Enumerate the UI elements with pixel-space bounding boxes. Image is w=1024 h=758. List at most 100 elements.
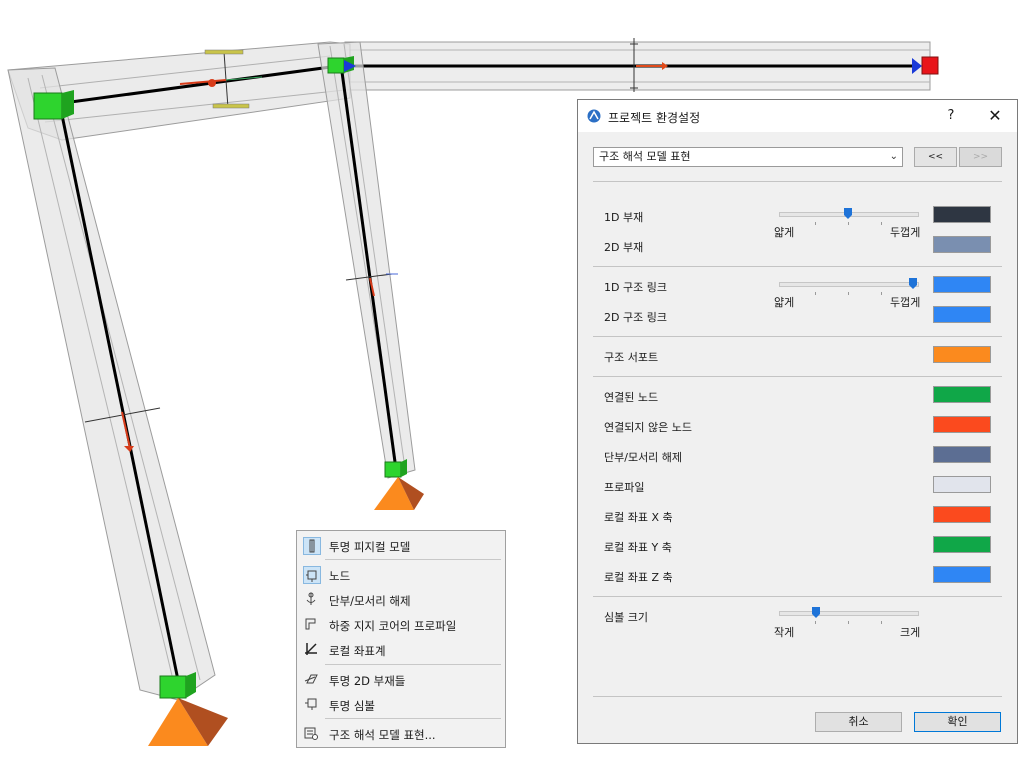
divider <box>593 336 1002 337</box>
symbol-size-slider-thumb[interactable] <box>811 607 820 618</box>
divider <box>593 266 1002 267</box>
menu-item-transparent-2d-members[interactable]: 투명 2D 부재들 <box>301 669 501 691</box>
menu-item-releases[interactable]: 단부/모서리 해제 <box>301 589 501 611</box>
menu-item-label: 투명 심볼 <box>329 699 375 713</box>
label-1d-member: 1D 부재 <box>604 211 644 224</box>
label-profile: 프로파일 <box>604 481 645 494</box>
label-local-x: 로컬 좌표 X 축 <box>604 511 673 524</box>
dialog-titlebar[interactable]: 프로젝트 환경설정 ? ✕ <box>578 100 1017 132</box>
menu-item-model-display-settings[interactable]: 구조 해석 모델 표현... <box>301 723 501 745</box>
top-right-beam <box>344 38 931 92</box>
color-swatch-support[interactable] <box>933 346 991 363</box>
color-swatch-release[interactable] <box>933 446 991 463</box>
ok-button[interactable]: 확인 <box>914 712 1001 732</box>
label-connected-node: 연결된 노드 <box>604 391 659 404</box>
menu-item-core-profile[interactable]: 하중 지지 코어의 프로파일 <box>301 614 501 636</box>
symbol-size-slider[interactable] <box>779 611 919 616</box>
label-2d-member: 2D 부재 <box>604 241 644 254</box>
color-swatch-local-z[interactable] <box>933 566 991 583</box>
color-swatch-local-y[interactable] <box>933 536 991 553</box>
slider-tick <box>815 222 816 225</box>
slider-tick <box>815 621 816 624</box>
link-thickness-slider[interactable] <box>779 282 919 287</box>
menu-separator <box>325 664 501 665</box>
slider-tick <box>881 292 882 295</box>
slider-min-label: 얇게 <box>774 296 795 309</box>
label-symbol-size: 심볼 크기 <box>604 611 648 624</box>
slider-tick <box>848 292 849 295</box>
slider-max-label: 두껍게 <box>890 296 921 309</box>
core-profile-icon <box>303 616 321 634</box>
slider-tick <box>881 621 882 624</box>
previous-page-button[interactable]: << <box>914 147 957 167</box>
color-swatch-unconnected-node[interactable] <box>933 416 991 433</box>
slider-tick <box>815 292 816 295</box>
menu-item-local-axes[interactable]: 로컬 좌표계 <box>301 639 501 661</box>
transparent-2d-members-icon <box>303 671 321 689</box>
menu-item-label: 구조 해석 모델 표현... <box>329 728 436 742</box>
menu-separator <box>325 559 501 560</box>
connected-node[interactable] <box>384 459 407 478</box>
color-swatch-1d-link[interactable] <box>933 276 991 293</box>
slider-tick <box>848 222 849 225</box>
menu-item-nodes[interactable]: 노드 <box>301 564 501 586</box>
menu-item-label: 노드 <box>329 569 351 583</box>
slider-min-label: 작게 <box>774 626 795 639</box>
divider <box>593 181 1002 182</box>
connected-node[interactable] <box>33 90 74 120</box>
label-2d-link: 2D 구조 링크 <box>604 311 667 324</box>
color-swatch-2d-link[interactable] <box>933 306 991 323</box>
local-axes-icon <box>303 641 321 659</box>
menu-item-label: 로컬 좌표계 <box>329 644 386 658</box>
slider-max-label: 두껍게 <box>890 226 921 239</box>
connected-node[interactable] <box>159 672 196 699</box>
model-display-context-menu: 투명 피지컬 모델 노드 단부/모서리 해제 하중 지지 코어의 프로파일 로컬… <box>296 530 506 748</box>
color-swatch-local-x[interactable] <box>933 506 991 523</box>
chevron-down-icon: ⌄ <box>889 151 898 162</box>
structural-support[interactable] <box>148 698 228 746</box>
color-swatch-profile[interactable] <box>933 476 991 493</box>
model-display-settings-icon <box>303 725 321 743</box>
label-support: 구조 서포트 <box>604 351 659 364</box>
label-local-y: 로컬 좌표 Y 축 <box>604 541 672 554</box>
link-thickness-slider-thumb[interactable] <box>909 278 917 289</box>
archicad-app-icon <box>587 109 601 123</box>
cancel-button[interactable]: 취소 <box>815 712 902 732</box>
next-page-button[interactable]: >> <box>959 147 1002 167</box>
left-column <box>7 67 216 701</box>
color-swatch-2d-member[interactable] <box>933 236 991 253</box>
transparent-symbols-icon <box>303 696 321 714</box>
label-1d-link: 1D 구조 링크 <box>604 281 667 294</box>
menu-item-label: 투명 피지컬 모델 <box>329 540 411 554</box>
divider <box>593 596 1002 597</box>
slider-tick <box>848 621 849 624</box>
menu-item-transparent-symbols[interactable]: 투명 심볼 <box>301 694 501 716</box>
label-release: 단부/모서리 해제 <box>604 451 683 464</box>
node-icon <box>303 566 321 584</box>
help-button[interactable]: ? <box>942 106 960 126</box>
divider <box>593 696 1002 697</box>
menu-item-label: 단부/모서리 해제 <box>329 594 411 608</box>
connected-node[interactable] <box>327 56 356 74</box>
color-swatch-1d-member[interactable] <box>933 206 991 223</box>
menu-item-label: 하중 지지 코어의 프로파일 <box>329 619 457 633</box>
menu-item-label: 투명 2D 부재들 <box>329 674 406 688</box>
transparent-physical-model-icon <box>303 537 321 555</box>
slider-tick <box>881 222 882 225</box>
slider-max-label: 크게 <box>900 626 921 639</box>
color-swatch-connected-node[interactable] <box>933 386 991 403</box>
member-thickness-slider-thumb[interactable] <box>844 208 852 219</box>
release-icon <box>303 591 321 609</box>
right-column <box>317 41 416 479</box>
project-preferences-dialog: 프로젝트 환경설정 ? ✕ 구조 해석 모델 표현 ⌄ << >> 1D 부재 … <box>577 99 1018 744</box>
page-select-value: 구조 해석 모델 표현 <box>599 150 691 163</box>
label-unconnected-node: 연결되지 않은 노드 <box>604 421 692 434</box>
preferences-page-select[interactable]: 구조 해석 모델 표현 ⌄ <box>593 147 903 167</box>
dialog-title: 프로젝트 환경설정 <box>608 111 701 125</box>
menu-item-transparent-physical-model[interactable]: 투명 피지컬 모델 <box>301 535 501 557</box>
label-local-z: 로컬 좌표 Z 축 <box>604 571 673 584</box>
structural-support[interactable] <box>374 477 424 510</box>
close-button[interactable]: ✕ <box>984 106 1006 126</box>
slider-min-label: 얇게 <box>774 226 795 239</box>
menu-separator <box>325 718 501 719</box>
